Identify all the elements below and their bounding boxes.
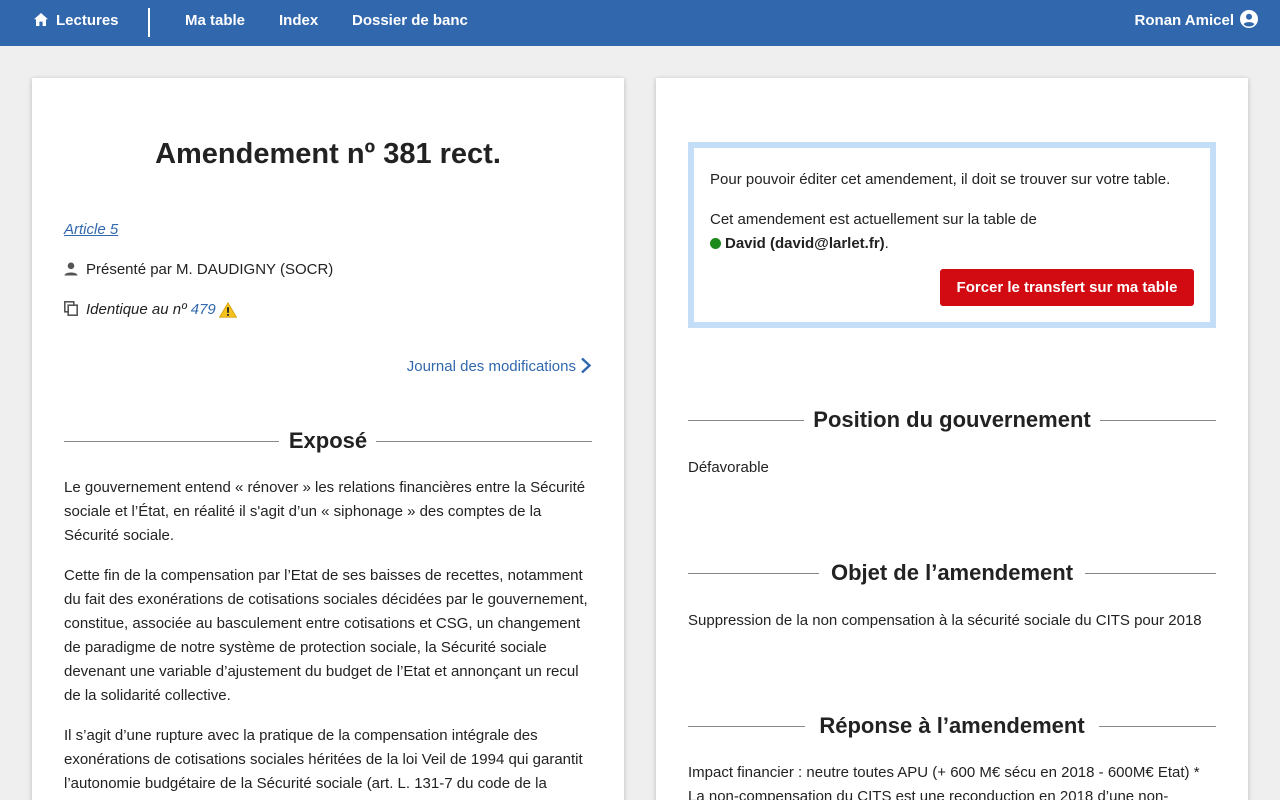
transfer-notice: Pour pouvoir éditer cet amendement, il d… <box>688 142 1216 328</box>
online-status-icon <box>710 238 721 249</box>
amendment-card: Amendement nº 381 rect. Article 5 Présen… <box>32 78 624 800</box>
force-transfer-button[interactable]: Forcer le transfert sur ma table <box>940 269 1194 306</box>
edition-card: Pour pouvoir éditer cet amendement, il d… <box>656 78 1248 800</box>
warning-icon <box>218 302 245 320</box>
table-owner: David (david@larlet.fr) <box>725 235 885 252</box>
identical-row: Identique au nº 479 <box>64 301 245 320</box>
nav-home-label: Lectures <box>56 12 119 29</box>
expose-heading: Exposé <box>64 426 592 456</box>
expose-paragraph: Il s’agit d’une rupture avec la pratique… <box>64 727 583 792</box>
expose-heading-label: Exposé <box>288 428 368 453</box>
owner-suffix: . <box>884 235 889 252</box>
identical-prefix: Identique au nº <box>86 301 187 318</box>
expose-paragraph: Cette fin de la compensation par l’Etat … <box>64 567 588 704</box>
position-text: Défavorable <box>688 459 769 476</box>
position-heading-label: Position du gouvernement <box>813 407 1091 432</box>
user-name: Ronan Amicel <box>1134 12 1234 29</box>
nav-index[interactable]: Index <box>279 0 318 42</box>
reponse-heading-label: Réponse à l’amendement <box>819 713 1085 738</box>
notice-line-1: Pour pouvoir éditer cet amendement, il d… <box>710 171 1171 188</box>
copy-icon <box>64 301 78 316</box>
article-link[interactable]: Article 5 <box>64 221 118 238</box>
author-row: Présenté par M. DAUDIGNY (SOCR) <box>64 261 333 278</box>
journal-link[interactable]: Journal des modifications <box>407 357 592 375</box>
position-heading: Position du gouvernement <box>688 405 1216 435</box>
identical-amendment-link[interactable]: 479 <box>191 301 216 318</box>
expose-paragraph: Le gouvernement entend « rénover » les r… <box>64 479 586 544</box>
person-icon <box>64 262 78 276</box>
user-account-icon <box>1240 10 1258 28</box>
amendment-title: Amendement nº 381 rect. <box>155 138 501 170</box>
home-icon <box>34 13 48 26</box>
objet-heading-label: Objet de l’amendement <box>830 560 1074 585</box>
nav-dossier-de-banc[interactable]: Dossier de banc <box>352 0 468 42</box>
reponse-heading: Réponse à l’amendement <box>688 711 1216 741</box>
chevron-right-icon <box>581 357 592 374</box>
objet-text: Suppression de la non compensation à la … <box>688 612 1202 629</box>
notice-line-2: Cet amendement est actuellement sur la t… <box>710 211 1037 228</box>
author-text: Présenté par M. DAUDIGNY (SOCR) <box>86 261 334 278</box>
objet-heading: Objet de l’amendement <box>688 558 1216 588</box>
reponse-text: Impact financier : neutre toutes APU (+ … <box>688 764 1200 800</box>
nav-ma-table[interactable]: Ma table <box>185 0 245 42</box>
nav-user-menu[interactable]: Ronan Amicel <box>1135 0 1258 42</box>
notice-owner-line: David (david@larlet.fr). <box>710 232 889 256</box>
journal-link-label: Journal des modifications <box>406 358 576 375</box>
nav-separator <box>148 8 150 37</box>
top-nav: Lectures Ma table Index Dossier de banc … <box>0 0 1280 46</box>
nav-home-link[interactable]: Lectures <box>34 0 119 42</box>
